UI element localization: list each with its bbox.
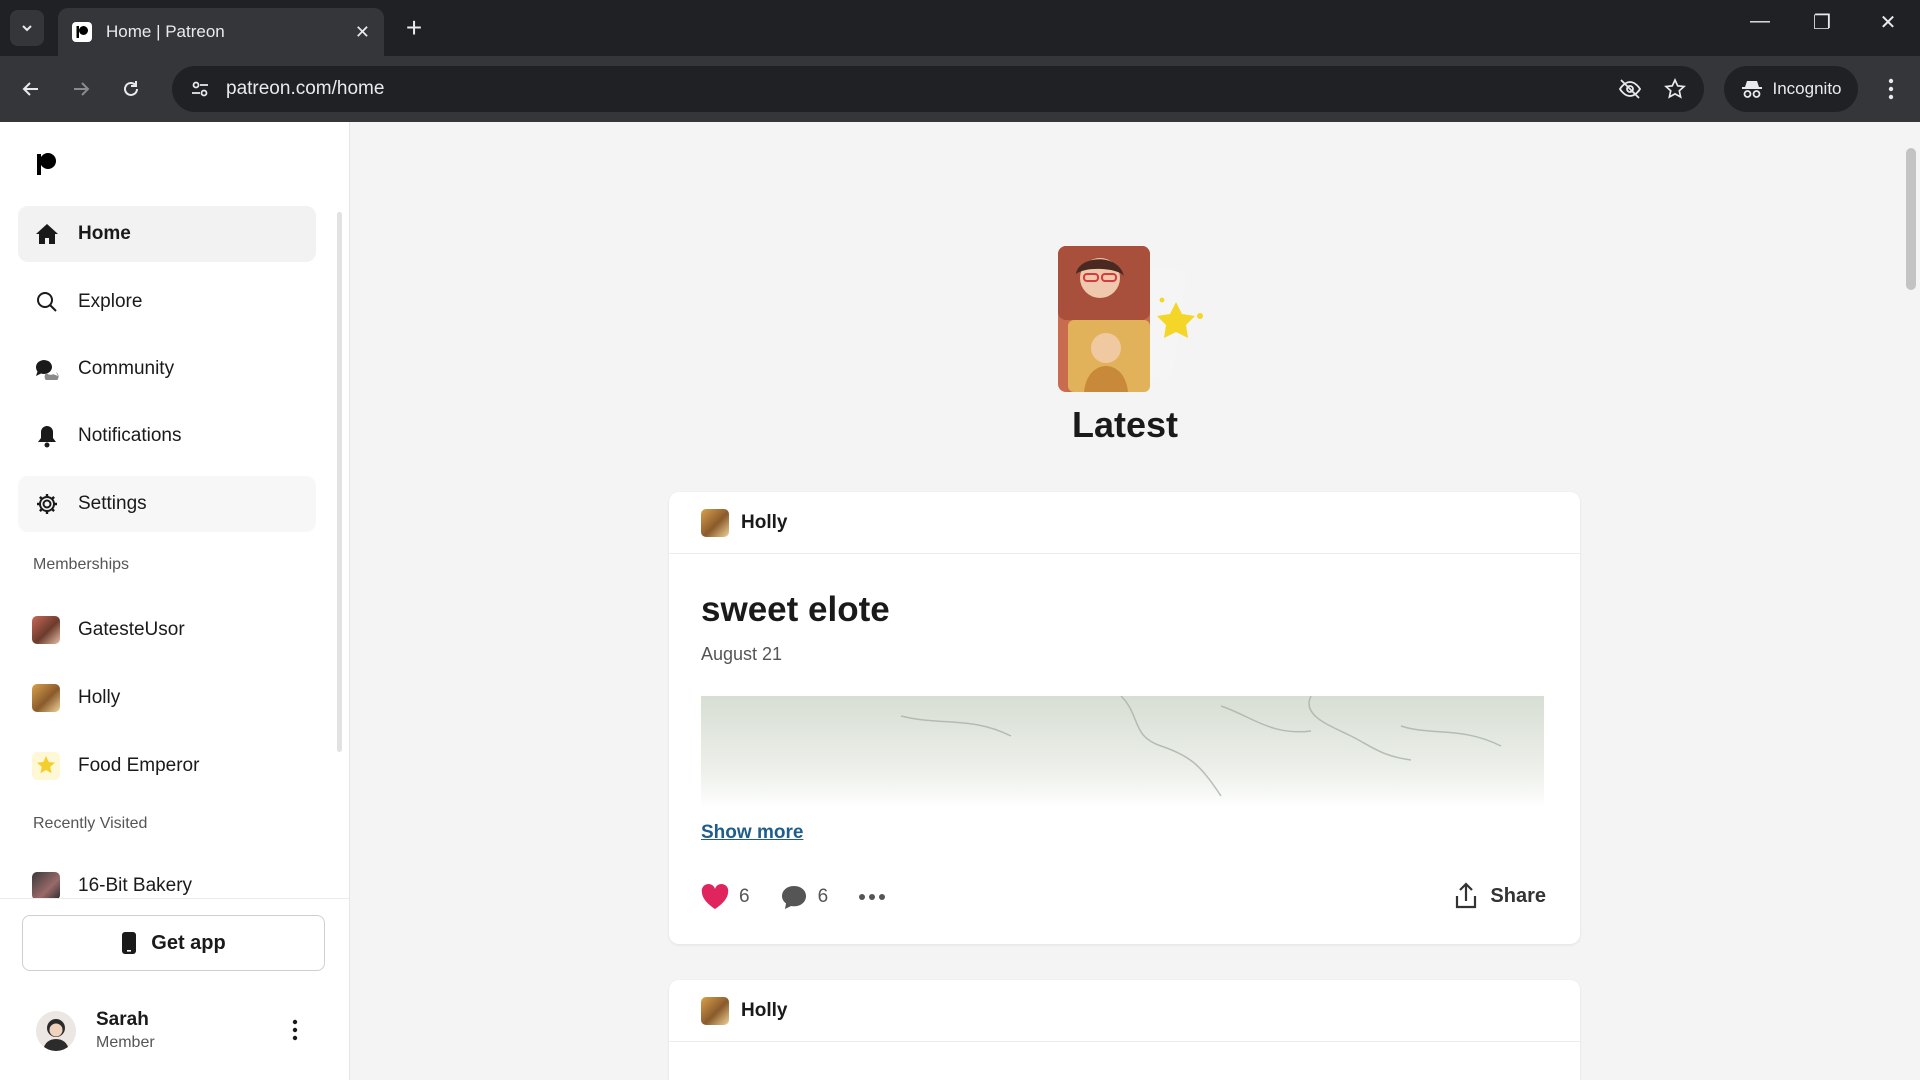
more-options-button[interactable] bbox=[858, 893, 886, 901]
close-window-icon[interactable]: ✕ bbox=[1868, 10, 1908, 35]
comment-icon bbox=[781, 886, 806, 909]
sidebar-item-label: GatesteUsor bbox=[78, 619, 185, 640]
like-button[interactable]: 6 bbox=[701, 884, 750, 910]
close-tab-icon[interactable]: ✕ bbox=[355, 22, 370, 43]
browser-toolbar: patreon.com/home Incognito bbox=[0, 56, 1920, 122]
new-tab-button[interactable]: + bbox=[398, 12, 430, 44]
memberships-heading: Memberships bbox=[33, 556, 130, 573]
bookmark-star-icon[interactable] bbox=[1664, 78, 1686, 100]
sidebar-item-label: Notifications bbox=[78, 425, 182, 446]
sidebar-footer: Get app Sarah Member bbox=[0, 898, 349, 1080]
user-menu-button[interactable] bbox=[292, 1019, 298, 1046]
sidebar-item-gatesteusor[interactable]: GatesteUsor bbox=[32, 616, 185, 644]
forward-button[interactable] bbox=[64, 72, 98, 106]
url-text[interactable]: patreon.com/home bbox=[226, 78, 1596, 100]
reload-button[interactable] bbox=[114, 72, 148, 106]
post-image[interactable] bbox=[701, 696, 1544, 808]
avatar bbox=[36, 1010, 76, 1051]
sidebar-item-label: 16-Bit Bakery bbox=[78, 875, 193, 896]
browser-tab-bar: Home | Patreon ✕ + — ❐ ✕ bbox=[0, 0, 1920, 56]
more-vertical-icon bbox=[1888, 78, 1894, 100]
main-scrollbar[interactable] bbox=[1902, 122, 1920, 1080]
incognito-label: Incognito bbox=[1772, 79, 1842, 98]
minimize-icon[interactable]: — bbox=[1740, 10, 1780, 33]
comment-count: 6 bbox=[817, 886, 829, 907]
more-vertical-icon bbox=[292, 1019, 298, 1041]
post-card: Holly sweet elote August 21 Show more 6 … bbox=[669, 492, 1580, 944]
post-title[interactable]: sweet elote bbox=[701, 590, 890, 630]
user-name: Sarah bbox=[96, 1009, 149, 1030]
gear-icon bbox=[34, 492, 60, 516]
heart-icon bbox=[701, 884, 729, 909]
incognito-indicator[interactable]: Incognito bbox=[1724, 66, 1858, 112]
eye-off-icon[interactable] bbox=[1618, 78, 1642, 100]
user-profile[interactable]: Sarah Member bbox=[36, 1009, 155, 1052]
site-settings-icon[interactable] bbox=[190, 79, 210, 99]
avatar bbox=[32, 684, 60, 712]
browser-tab[interactable]: Home | Patreon ✕ bbox=[58, 8, 384, 56]
arrow-left-icon bbox=[22, 82, 38, 96]
reload-icon bbox=[124, 81, 138, 96]
address-bar[interactable]: patreon.com/home bbox=[172, 66, 1704, 112]
phone-icon bbox=[122, 932, 137, 954]
more-horizontal-icon bbox=[859, 894, 886, 900]
sidebar-item-label: Food Emperor bbox=[78, 755, 200, 776]
sidebar-item-label: Community bbox=[78, 358, 175, 379]
show-more-link[interactable]: Show more bbox=[701, 822, 803, 844]
get-app-label: Get app bbox=[151, 931, 226, 954]
sidebar-item-label: Explore bbox=[78, 291, 143, 312]
sidebar-item-notifications[interactable]: Notifications bbox=[18, 408, 316, 464]
creator-name[interactable]: Holly bbox=[741, 1000, 787, 1022]
page-title: Latest bbox=[1071, 404, 1179, 445]
chevron-down-icon bbox=[22, 25, 32, 32]
incognito-icon bbox=[1741, 81, 1762, 98]
get-app-button[interactable]: Get app bbox=[22, 915, 325, 971]
post-date: August 21 bbox=[701, 644, 783, 664]
share-icon bbox=[1456, 882, 1477, 909]
share-label: Share bbox=[1490, 884, 1546, 907]
tab-list-button[interactable] bbox=[10, 10, 44, 46]
sidebar-item-explore[interactable]: Explore bbox=[18, 274, 316, 330]
post-card: Holly bbox=[669, 980, 1580, 1080]
sidebar-item-16-bit-bakery[interactable]: 16-Bit Bakery bbox=[32, 872, 192, 900]
avatar bbox=[32, 872, 60, 900]
chat-bubbles-icon bbox=[34, 358, 60, 380]
scrollbar-thumb[interactable] bbox=[1906, 148, 1916, 290]
comment-button[interactable]: 6 bbox=[780, 884, 829, 910]
sidebar-item-label: Settings bbox=[78, 493, 147, 514]
share-button[interactable]: Share bbox=[1454, 882, 1546, 910]
sidebar-item-home[interactable]: Home bbox=[18, 206, 316, 262]
search-icon bbox=[34, 291, 60, 313]
back-button[interactable] bbox=[14, 72, 48, 106]
post-actions: 6 6 bbox=[701, 884, 916, 910]
recently-visited-heading: Recently Visited bbox=[33, 815, 148, 832]
creator-name[interactable]: Holly bbox=[741, 512, 787, 534]
browser-menu-button[interactable] bbox=[1876, 74, 1906, 104]
home-icon bbox=[34, 223, 60, 245]
sidebar-item-settings[interactable]: Settings bbox=[18, 476, 316, 532]
user-role: Member bbox=[96, 1034, 155, 1051]
like-count: 6 bbox=[739, 886, 750, 907]
patreon-favicon-icon bbox=[72, 22, 92, 42]
sidebar-item-label: Home bbox=[78, 223, 131, 244]
sidebar-item-label: Holly bbox=[78, 687, 121, 708]
post-creator-header[interactable]: Holly bbox=[669, 492, 1580, 554]
sidebar: Home Explore Community Notifications Set… bbox=[0, 122, 350, 1080]
restore-icon[interactable]: ❐ bbox=[1802, 10, 1842, 35]
patreon-logo-icon[interactable] bbox=[34, 152, 58, 181]
food-emperor-star-icon bbox=[32, 752, 60, 780]
avatar bbox=[32, 616, 60, 644]
avatar bbox=[701, 508, 729, 537]
arrow-right-icon bbox=[74, 82, 90, 96]
sidebar-item-holly[interactable]: Holly bbox=[32, 684, 120, 712]
tab-title: Home | Patreon bbox=[106, 22, 225, 41]
avatar bbox=[701, 996, 729, 1025]
bell-icon bbox=[34, 424, 60, 448]
sidebar-item-food-emperor[interactable]: Food Emperor bbox=[32, 752, 199, 780]
latest-hero-illustration bbox=[1054, 244, 1214, 394]
sidebar-item-community[interactable]: Community bbox=[18, 341, 316, 397]
post-creator-header[interactable]: Holly bbox=[669, 980, 1580, 1042]
sidebar-scrollbar[interactable] bbox=[337, 212, 342, 752]
